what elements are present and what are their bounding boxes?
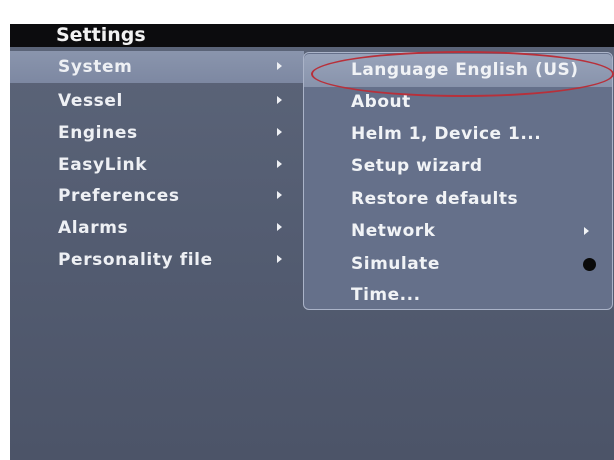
chevron-right-icon: [277, 191, 282, 199]
menu-item-label: Personality file: [58, 250, 213, 270]
menu-item-system[interactable]: System: [10, 51, 304, 83]
submenu-item-label: Setup wizard: [351, 156, 483, 176]
submenu-item-restore-defaults[interactable]: Restore defaults: [304, 183, 612, 216]
system-submenu: Language English (US) About Helm 1, Devi…: [303, 52, 613, 310]
settings-screen: Settings System Vessel Engines EasyLink …: [10, 24, 614, 460]
menu-item-preferences[interactable]: Preferences: [10, 180, 304, 212]
menu-item-label: Vessel: [58, 91, 123, 111]
submenu-item-label: Time...: [351, 285, 421, 305]
chevron-right-icon: [584, 227, 589, 235]
submenu-item-about[interactable]: About: [304, 86, 612, 119]
menu-item-label: Engines: [58, 123, 138, 143]
submenu-item-label: About: [351, 92, 411, 112]
chevron-right-icon: [277, 223, 282, 231]
submenu-item-setup-wizard[interactable]: Setup wizard: [304, 150, 612, 183]
chevron-right-icon: [277, 62, 282, 70]
page-title: Settings: [56, 24, 146, 46]
submenu-item-label: Network: [351, 221, 436, 241]
menu-item-label: System: [58, 57, 133, 77]
chevron-right-icon: [277, 128, 282, 136]
submenu-item-network[interactable]: Network: [304, 215, 612, 248]
submenu-item-simulate[interactable]: Simulate: [304, 248, 612, 281]
submenu-item-label: Language English (US): [351, 60, 579, 80]
menu-item-label: EasyLink: [58, 155, 148, 175]
submenu-item-label: Simulate: [351, 254, 440, 274]
menu-item-label: Preferences: [58, 186, 180, 206]
menu-item-personality-file[interactable]: Personality file: [10, 244, 304, 276]
submenu-item-language[interactable]: Language English (US): [304, 54, 612, 87]
title-bar: Settings: [10, 24, 614, 47]
radio-dot-icon[interactable]: [583, 258, 596, 271]
submenu-item-label: Restore defaults: [351, 189, 519, 209]
chevron-right-icon: [277, 160, 282, 168]
chevron-right-icon: [277, 96, 282, 104]
menu-item-alarms[interactable]: Alarms: [10, 212, 304, 244]
submenu-item-time[interactable]: Time...: [304, 279, 612, 312]
menu-item-easylink[interactable]: EasyLink: [10, 149, 304, 181]
menu-item-vessel[interactable]: Vessel: [10, 85, 304, 117]
submenu-item-label: Helm 1, Device 1...: [351, 124, 542, 144]
chevron-right-icon: [277, 255, 282, 263]
submenu-item-helm-device[interactable]: Helm 1, Device 1...: [304, 118, 612, 151]
menu-item-engines[interactable]: Engines: [10, 117, 304, 149]
menu-item-label: Alarms: [58, 218, 129, 238]
